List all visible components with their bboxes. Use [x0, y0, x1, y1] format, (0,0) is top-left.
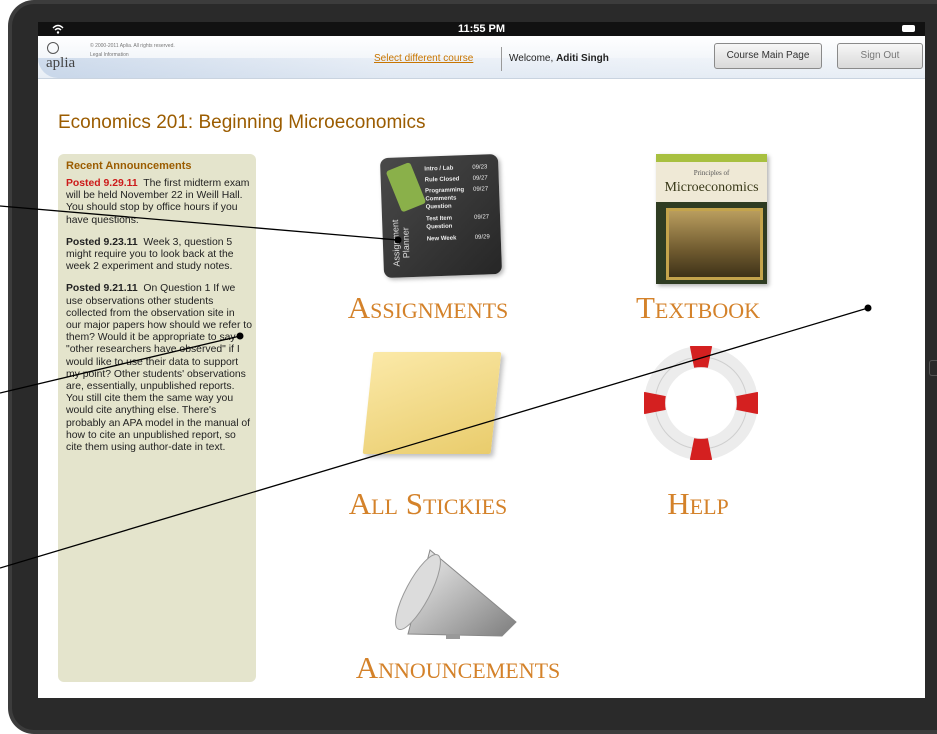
- textbook-tile[interactable]: Principles of Microeconomics Textbook: [598, 150, 798, 330]
- aplia-logo[interactable]: aplia: [46, 42, 78, 74]
- notebook-row: Question: [425, 203, 452, 211]
- notebook-row: Programming 09/27: [425, 186, 489, 195]
- copyright-text: © 2000-2011 Aplia. All rights reserved. …: [90, 42, 175, 60]
- notebook-row: Rule Closed 09/27: [424, 175, 488, 184]
- announcements-label: Announcements: [355, 650, 561, 685]
- announcement-date: Posted 9.23.11: [66, 236, 138, 248]
- legal-link[interactable]: Legal Information: [90, 51, 175, 60]
- announcement-item: Posted 9.21.11 On Question 1 If we use o…: [66, 283, 252, 454]
- notebook-row: Intro / Lab 09/23: [424, 164, 488, 173]
- announcement-text: On Question 1 If we use observations oth…: [66, 283, 252, 454]
- help-tile[interactable]: Help: [598, 344, 798, 524]
- notebook-row: New Week 09/29: [426, 234, 490, 243]
- logo-ring-icon: [47, 42, 59, 54]
- status-bar: 11:55 PM: [38, 22, 925, 36]
- sticky-note-icon: [362, 352, 502, 454]
- assignment-planner-icon: Assignment Planner Intro / Lab 09/23 Rule…: [379, 153, 503, 279]
- select-course-link[interactable]: Select different course: [374, 53, 473, 64]
- life-ring-icon: [644, 346, 758, 460]
- stickies-tile[interactable]: All Stickies: [318, 344, 538, 524]
- cover-subtitle: Principles of: [693, 169, 730, 177]
- textbook-cover-icon: Principles of Microeconomics: [656, 154, 767, 284]
- screen: 11:55 PM aplia © 2000-2011 Aplia. All ri…: [38, 22, 925, 698]
- cover-title: Microeconomics: [664, 180, 759, 195]
- announcement-item: Posted 9.29.11 The first midterm exam wi…: [66, 178, 252, 227]
- help-label: Help: [667, 486, 729, 521]
- announcements-list: Posted 9.29.11 The first midterm exam wi…: [66, 178, 252, 464]
- announcements-heading: Recent Announcements: [66, 160, 192, 172]
- course-main-page-button[interactable]: Course Main Page: [714, 43, 822, 69]
- pencil-icon: [385, 161, 427, 213]
- textbook-label: Textbook: [635, 290, 761, 325]
- announcement-date: Posted 9.29.11: [66, 178, 138, 189]
- notebook-row: Test Item 09/27: [426, 214, 490, 223]
- device-side-button: [929, 360, 937, 376]
- cover-band: [656, 154, 767, 162]
- cover-painting: [666, 208, 763, 280]
- status-time: 11:55 PM: [457, 23, 506, 35]
- stickies-label: All Stickies: [348, 486, 508, 521]
- assignments-label: Assignments: [347, 290, 509, 325]
- notebook-spine-text: Assignment Planner: [390, 218, 412, 267]
- header-divider: [501, 47, 502, 71]
- assignments-tile[interactable]: Assignment Planner Intro / Lab 09/23 Rule…: [318, 150, 538, 330]
- announcements-tile[interactable]: Announcements: [318, 540, 598, 690]
- notebook-row: Comments: [425, 195, 457, 203]
- notebook-row: Question: [426, 223, 453, 231]
- copyright-line: © 2000-2011 Aplia. All rights reserved.: [90, 43, 175, 49]
- welcome-prefix: Welcome,: [509, 53, 554, 64]
- announcements-panel: Recent Announcements Posted 9.29.11 The …: [58, 154, 256, 682]
- user-name: Aditi Singh: [556, 53, 609, 64]
- sign-out-button[interactable]: Sign Out: [837, 43, 923, 69]
- megaphone-icon: [395, 549, 517, 639]
- battery-icon: [902, 25, 915, 32]
- announcement-item: Posted 9.23.11 Week 3, question 5 might …: [66, 237, 252, 274]
- top-bar: aplia © 2000-2011 Aplia. All rights rese…: [38, 36, 925, 79]
- page-title: Economics 201: Beginning Microeconomics: [58, 112, 426, 133]
- logo-text: aplia: [46, 55, 76, 71]
- announcement-date: Posted 9.21.11: [66, 283, 138, 295]
- welcome-text: Welcome, Aditi Singh: [509, 53, 609, 64]
